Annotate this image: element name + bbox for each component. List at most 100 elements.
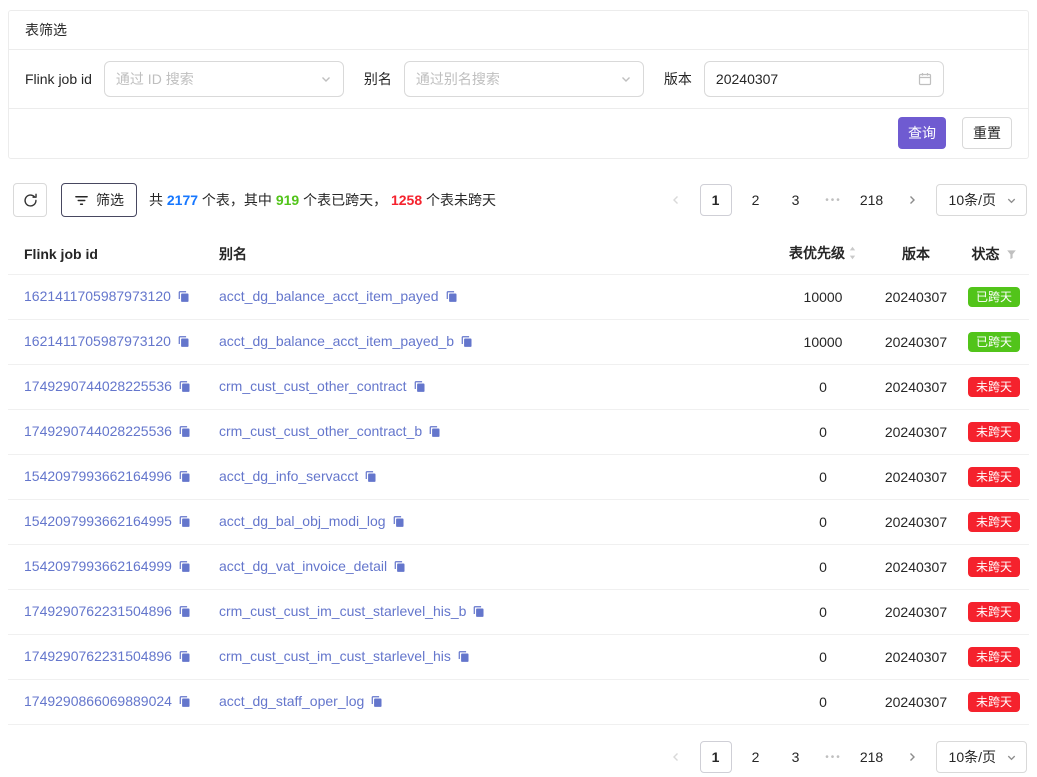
table-row: 1749290762231504896 crm_cust_cust_im_cus… (8, 590, 1029, 635)
page-item-3[interactable]: 3 (780, 184, 812, 216)
chevron-right-icon (906, 194, 918, 206)
flink-job-id-link[interactable]: 1542097993662164999 (24, 558, 172, 574)
alias-link[interactable]: acct_dg_bal_obj_modi_log (219, 513, 386, 529)
flink-job-id-link[interactable]: 1621411705987973120 (24, 333, 171, 349)
copy-alias-button[interactable] (364, 470, 377, 486)
flink-job-id-link[interactable]: 1749290866069889024 (24, 693, 172, 709)
filter-button[interactable]: 筛选 (61, 183, 137, 217)
priority-cell: 0 (773, 545, 873, 590)
field-version: 版本 20240307 (664, 61, 944, 97)
next-page-button[interactable] (896, 184, 928, 216)
page-item-1[interactable]: 1 (700, 184, 732, 216)
table-row: 1621411705987973120 acct_dg_balance_acct… (8, 320, 1029, 365)
copy-alias-button[interactable] (428, 425, 441, 441)
alias-link[interactable]: acct_dg_staff_oper_log (219, 693, 364, 709)
version-value: 20240307 (716, 71, 778, 87)
refresh-button[interactable] (13, 183, 47, 217)
page-ellipsis[interactable]: ••• (820, 752, 848, 763)
copy-alias-button[interactable] (457, 650, 470, 666)
copy-alias-button[interactable] (445, 290, 458, 306)
priority-cell: 0 (773, 365, 873, 410)
page-size-select[interactable]: 10条/页 (936, 184, 1027, 216)
chevron-left-icon (670, 751, 682, 763)
not-crossed-count: 1258 (391, 192, 422, 208)
flink-job-id-link[interactable]: 1621411705987973120 (24, 288, 171, 304)
copy-icon (393, 560, 406, 573)
alias-link[interactable]: crm_cust_cust_im_cust_starlevel_his_b (219, 603, 466, 619)
flink-job-id-link[interactable]: 1749290744028225536 (24, 423, 172, 439)
copy-id-button[interactable] (178, 380, 191, 396)
table-toolbar: 筛选 共 2177 个表，其中 919 个表已跨天， 1258 个表未跨天 1 … (13, 183, 1027, 217)
flink-job-id-link[interactable]: 1542097993662164996 (24, 468, 172, 484)
page-item-last[interactable]: 218 (856, 741, 888, 773)
copy-id-button[interactable] (178, 650, 191, 666)
version-cell: 20240307 (873, 410, 959, 455)
alias-link[interactable]: crm_cust_cust_other_contract_b (219, 423, 422, 439)
alias-link[interactable]: acct_dg_balance_acct_item_payed_b (219, 333, 454, 349)
chevron-down-icon (1006, 195, 1017, 206)
copy-icon (428, 425, 441, 438)
copy-id-button[interactable] (178, 560, 191, 576)
alias-link[interactable]: crm_cust_cust_im_cust_starlevel_his (219, 648, 451, 664)
copy-alias-button[interactable] (392, 515, 405, 531)
column-header-version: 版本 (873, 233, 959, 275)
priority-cell: 10000 (773, 320, 873, 365)
copy-id-button[interactable] (178, 425, 191, 441)
copy-id-button[interactable] (177, 290, 190, 306)
version-date-input[interactable]: 20240307 (704, 61, 944, 97)
copy-alias-button[interactable] (393, 560, 406, 576)
filter-funnel-icon[interactable] (1006, 249, 1017, 260)
filter-actions: 查询 重置 (9, 108, 1028, 158)
alias-select[interactable]: 通过别名搜索 (404, 61, 644, 97)
sort-icon[interactable] (848, 245, 857, 261)
column-header-priority[interactable]: 表优先级 (773, 233, 873, 275)
page-size-value: 10条/页 (949, 747, 996, 767)
copy-alias-button[interactable] (460, 335, 473, 351)
page-item-2[interactable]: 2 (740, 184, 772, 216)
table-header-row: Flink job id 别名 表优先级 版本 状态 (8, 233, 1029, 275)
page-item-3[interactable]: 3 (780, 741, 812, 773)
table-row: 1542097993662164999 acct_dg_vat_invoice_… (8, 545, 1029, 590)
copy-id-button[interactable] (178, 515, 191, 531)
version-cell: 20240307 (873, 680, 959, 725)
copy-id-button[interactable] (178, 605, 191, 621)
prev-page-button[interactable] (660, 741, 692, 773)
alias-link[interactable]: acct_dg_info_servacct (219, 468, 358, 484)
page-item-last[interactable]: 218 (856, 184, 888, 216)
copy-alias-button[interactable] (472, 605, 485, 621)
copy-icon (177, 335, 190, 348)
status-badge: 已跨天 (968, 287, 1020, 307)
copy-icon (370, 695, 383, 708)
alias-link[interactable]: acct_dg_balance_acct_item_payed (219, 288, 439, 304)
flink-job-id-link[interactable]: 1749290762231504896 (24, 648, 172, 664)
copy-alias-button[interactable] (370, 695, 383, 711)
copy-id-button[interactable] (178, 470, 191, 486)
page-item-1[interactable]: 1 (700, 741, 732, 773)
page-item-2[interactable]: 2 (740, 741, 772, 773)
alias-link[interactable]: acct_dg_vat_invoice_detail (219, 558, 387, 574)
query-button[interactable]: 查询 (898, 117, 946, 149)
next-page-button[interactable] (896, 741, 928, 773)
version-cell: 20240307 (873, 635, 959, 680)
copy-icon (178, 380, 191, 393)
prev-page-button[interactable] (660, 184, 692, 216)
page-size-select[interactable]: 10条/页 (936, 741, 1027, 773)
priority-cell: 0 (773, 455, 873, 500)
field-alias: 别名 通过别名搜索 (364, 61, 644, 97)
status-badge: 未跨天 (968, 377, 1020, 397)
column-header-alias: 别名 (203, 233, 773, 275)
table-row: 1749290744028225536 crm_cust_cust_other_… (8, 410, 1029, 455)
alias-link[interactable]: crm_cust_cust_other_contract (219, 378, 407, 394)
flink-job-id-link[interactable]: 1749290744028225536 (24, 378, 172, 394)
page-ellipsis[interactable]: ••• (820, 195, 848, 206)
copy-id-button[interactable] (178, 695, 191, 711)
copy-icon (364, 470, 377, 483)
reset-button[interactable]: 重置 (962, 117, 1012, 149)
table-row: 1749290762231504896 crm_cust_cust_im_cus… (8, 635, 1029, 680)
copy-id-button[interactable] (177, 335, 190, 351)
flink-job-id-link[interactable]: 1749290762231504896 (24, 603, 172, 619)
flink-job-id-link[interactable]: 1542097993662164995 (24, 513, 172, 529)
flink-job-id-select[interactable]: 通过 ID 搜索 (104, 61, 344, 97)
column-header-flink-job-id: Flink job id (8, 233, 203, 275)
copy-alias-button[interactable] (413, 380, 426, 396)
